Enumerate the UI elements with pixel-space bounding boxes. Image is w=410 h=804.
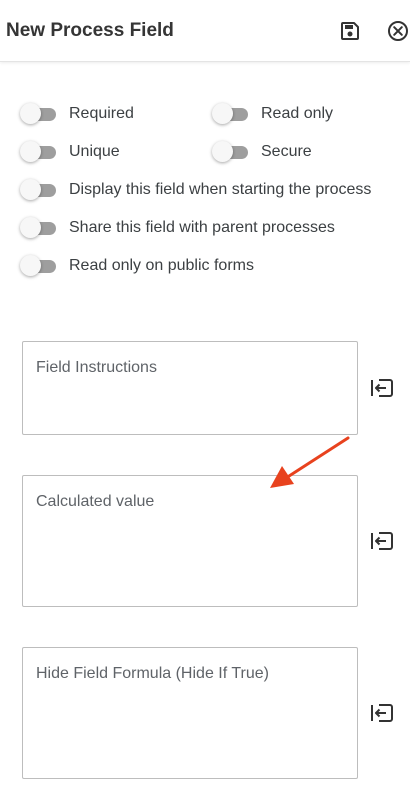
read-only-public-switch[interactable] xyxy=(20,254,58,278)
toggle-required: Required xyxy=(20,102,134,126)
toggle-read-only: Read only xyxy=(212,102,333,126)
secure-label: Secure xyxy=(261,143,312,160)
insert-field-icon xyxy=(371,704,393,722)
display-on-start-switch[interactable] xyxy=(20,178,58,202)
toggle-display-on-start: Display this field when starting the pro… xyxy=(20,178,371,202)
share-with-parent-label: Share this field with parent processes xyxy=(69,219,335,236)
display-on-start-label: Display this field when starting the pro… xyxy=(69,181,372,198)
save-button[interactable] xyxy=(337,18,363,44)
annotation-arrow-icon xyxy=(270,436,350,488)
close-circle-icon xyxy=(388,21,408,41)
toggle-read-only-public: Read only on public forms xyxy=(20,254,254,278)
toggle-unique: Unique xyxy=(20,140,120,164)
calculated-value-insert-button[interactable] xyxy=(370,530,394,552)
toggle-secure: Secure xyxy=(212,140,312,164)
read-only-label: Read only xyxy=(261,105,334,122)
calculated-value-placeholder: Calculated value xyxy=(36,493,155,510)
field-instructions-placeholder: Field Instructions xyxy=(36,359,157,376)
panel-header: New Process Field xyxy=(0,0,410,62)
secure-switch[interactable] xyxy=(212,140,250,164)
required-switch[interactable] xyxy=(20,102,58,126)
hide-field-formula-input[interactable]: Hide Field Formula (Hide If True) xyxy=(22,647,358,779)
toggle-share-with-parent: Share this field with parent processes xyxy=(20,216,335,240)
close-button[interactable] xyxy=(385,18,410,44)
insert-field-icon xyxy=(371,379,393,397)
read-only-switch[interactable] xyxy=(212,102,250,126)
hide-field-formula-insert-button[interactable] xyxy=(370,702,394,724)
read-only-public-label: Read only on public forms xyxy=(69,257,254,274)
panel-title: New Process Field xyxy=(6,20,174,41)
share-with-parent-switch[interactable] xyxy=(20,216,58,240)
unique-label: Unique xyxy=(69,143,120,160)
insert-field-icon xyxy=(371,532,393,550)
hide-field-formula-placeholder: Hide Field Formula (Hide If True) xyxy=(36,665,269,682)
unique-switch[interactable] xyxy=(20,140,58,164)
field-instructions-input[interactable]: Field Instructions xyxy=(22,341,358,435)
required-label: Required xyxy=(69,105,134,122)
field-instructions-insert-button[interactable] xyxy=(370,377,394,399)
save-icon xyxy=(341,22,359,40)
new-process-field-panel: New Process Field Required Read only Uni… xyxy=(0,0,410,804)
